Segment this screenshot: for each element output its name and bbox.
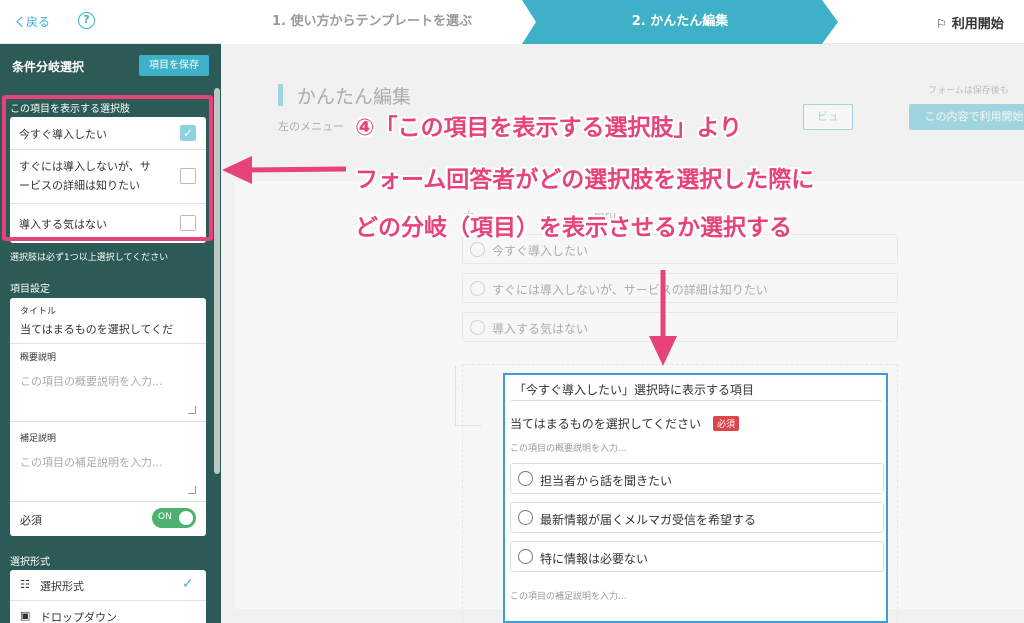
arrow-left-icon: [222, 156, 347, 184]
arrow-down-icon: [649, 270, 677, 366]
annotation-arrows: [222, 156, 677, 366]
